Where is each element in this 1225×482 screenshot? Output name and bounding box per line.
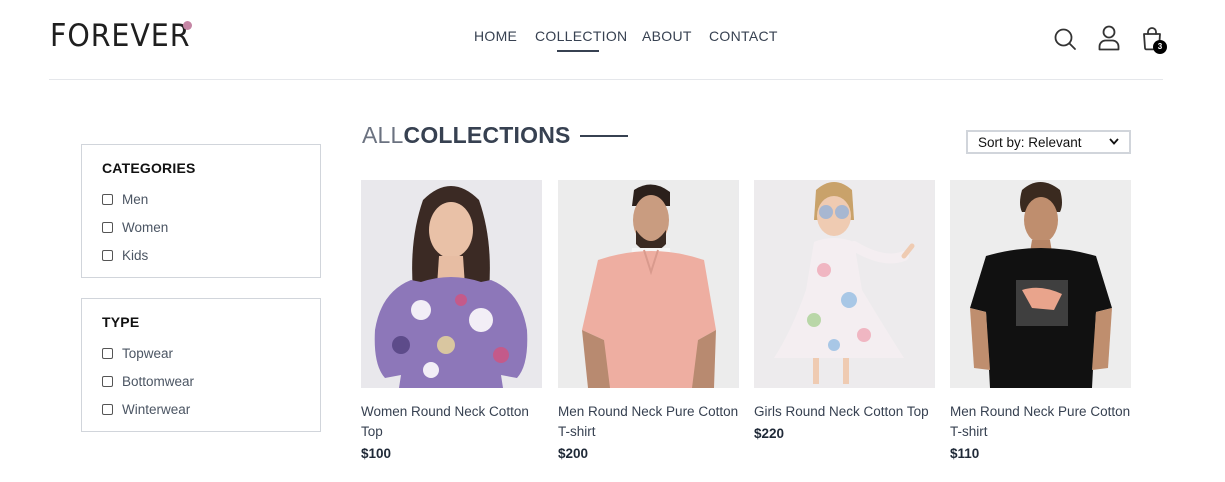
search-icon[interactable] xyxy=(1053,27,1077,51)
filter-option-bottomwear[interactable]: Bottomwear xyxy=(102,373,300,390)
filter-option-kids[interactable]: Kids xyxy=(102,247,300,264)
product-image[interactable] xyxy=(361,180,542,388)
product-name[interactable]: Girls Round Neck Cotton Top xyxy=(754,402,935,422)
filter-option-label: Women xyxy=(122,220,169,235)
nav-home[interactable]: HOME xyxy=(474,28,517,44)
checkbox-topwear[interactable] xyxy=(102,348,113,359)
product-price: $220 xyxy=(754,426,785,441)
product-image[interactable] xyxy=(558,180,739,388)
chevron-down-icon xyxy=(1109,137,1119,147)
filter-option-label: Winterwear xyxy=(122,402,191,417)
nav-contact[interactable]: CONTACT xyxy=(709,28,778,44)
header-divider xyxy=(49,79,1163,80)
logo-text: FOREVER xyxy=(50,18,191,54)
product-name[interactable]: Men Round Neck Pure Cotton T-shirt xyxy=(558,402,739,442)
type-filter: TYPE Topwear Bottomwear Winterwear xyxy=(81,298,321,432)
product-image[interactable] xyxy=(754,180,935,388)
profile-icon[interactable] xyxy=(1097,25,1121,51)
product-card[interactable]: Men Round Neck Pure Cotton T-shirt $110 xyxy=(950,180,1131,461)
cart-count-badge: 3 xyxy=(1153,40,1167,54)
product-name[interactable]: Men Round Neck Pure Cotton T-shirt xyxy=(950,402,1131,442)
type-filter-title: TYPE xyxy=(102,314,140,330)
page-title-light: ALL xyxy=(362,122,404,148)
nav-collection-label: COLLECTION xyxy=(535,28,628,44)
sort-select-value: Sort by: Relevant xyxy=(978,134,1082,150)
product-image[interactable] xyxy=(950,180,1131,388)
filter-option-winterwear[interactable]: Winterwear xyxy=(102,401,300,418)
nav-collection[interactable]: COLLECTION xyxy=(535,28,628,52)
page-title: ALL COLLECTIONS xyxy=(362,122,628,149)
filter-option-label: Topwear xyxy=(122,346,174,361)
checkbox-bottomwear[interactable] xyxy=(102,376,113,387)
product-name[interactable]: Women Round Neck Cotton Top xyxy=(361,402,542,442)
product-card[interactable]: Girls Round Neck Cotton Top $220 xyxy=(754,180,935,441)
checkbox-women[interactable] xyxy=(102,222,113,233)
page-title-bold: COLLECTIONS xyxy=(403,122,571,148)
nav-active-underline xyxy=(557,50,599,52)
filter-option-label: Men xyxy=(122,192,149,207)
product-card[interactable]: Women Round Neck Cotton Top $100 xyxy=(361,180,542,461)
logo[interactable]: FOREVER xyxy=(50,18,203,54)
checkbox-men[interactable] xyxy=(102,194,113,205)
product-price: $200 xyxy=(558,446,589,461)
sort-select[interactable]: Sort by: Relevant xyxy=(966,130,1131,154)
logo-dot xyxy=(183,21,192,30)
filter-option-label: Kids xyxy=(122,248,149,263)
nav-about[interactable]: ABOUT xyxy=(642,28,692,44)
categories-filter: CATEGORIES Men Women Kids xyxy=(81,144,321,278)
categories-filter-title: CATEGORIES xyxy=(102,160,196,176)
checkbox-winterwear[interactable] xyxy=(102,404,113,415)
product-card[interactable]: Men Round Neck Pure Cotton T-shirt $200 xyxy=(558,180,739,461)
title-decoration-line xyxy=(579,134,628,137)
filter-option-men[interactable]: Men xyxy=(102,191,300,208)
product-price: $110 xyxy=(950,446,980,461)
checkbox-kids[interactable] xyxy=(102,250,113,261)
filter-option-women[interactable]: Women xyxy=(102,219,300,236)
product-price: $100 xyxy=(361,446,392,461)
filter-option-topwear[interactable]: Topwear xyxy=(102,345,300,362)
filter-option-label: Bottomwear xyxy=(122,374,195,389)
